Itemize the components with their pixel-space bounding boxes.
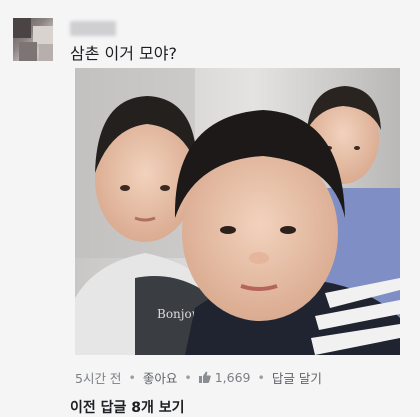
comment-meta-row: 5시간 전 • 좋아요 • 1,669 • 답글 달기 — [75, 368, 322, 387]
separator-dot: • — [128, 370, 136, 385]
like-button[interactable]: 좋아요 — [143, 368, 178, 387]
reply-button[interactable]: 답글 달기 — [272, 368, 322, 387]
like-count-value: 1,669 — [214, 370, 251, 385]
commenter-name-blurred[interactable] — [70, 21, 116, 36]
commenter-avatar[interactable] — [13, 18, 53, 61]
comment-photo[interactable]: Bonjour mom — [75, 68, 400, 355]
thumbs-up-icon — [198, 371, 211, 383]
separator-dot: • — [184, 370, 192, 385]
avatar-pixel-block — [39, 44, 53, 61]
separator-dot: • — [257, 370, 265, 385]
avatar-pixel-block — [19, 42, 37, 61]
comment-timestamp: 5시간 전 — [75, 371, 122, 386]
avatar-pixel-block — [13, 18, 31, 38]
like-count[interactable]: 1,669 — [198, 370, 251, 385]
view-previous-replies-link[interactable]: 이전 답글 8개 보기 — [70, 397, 185, 417]
comment-text: 삼촌 이거 모야? — [70, 44, 177, 63]
photo-illustration: Bonjour mom — [75, 68, 400, 355]
